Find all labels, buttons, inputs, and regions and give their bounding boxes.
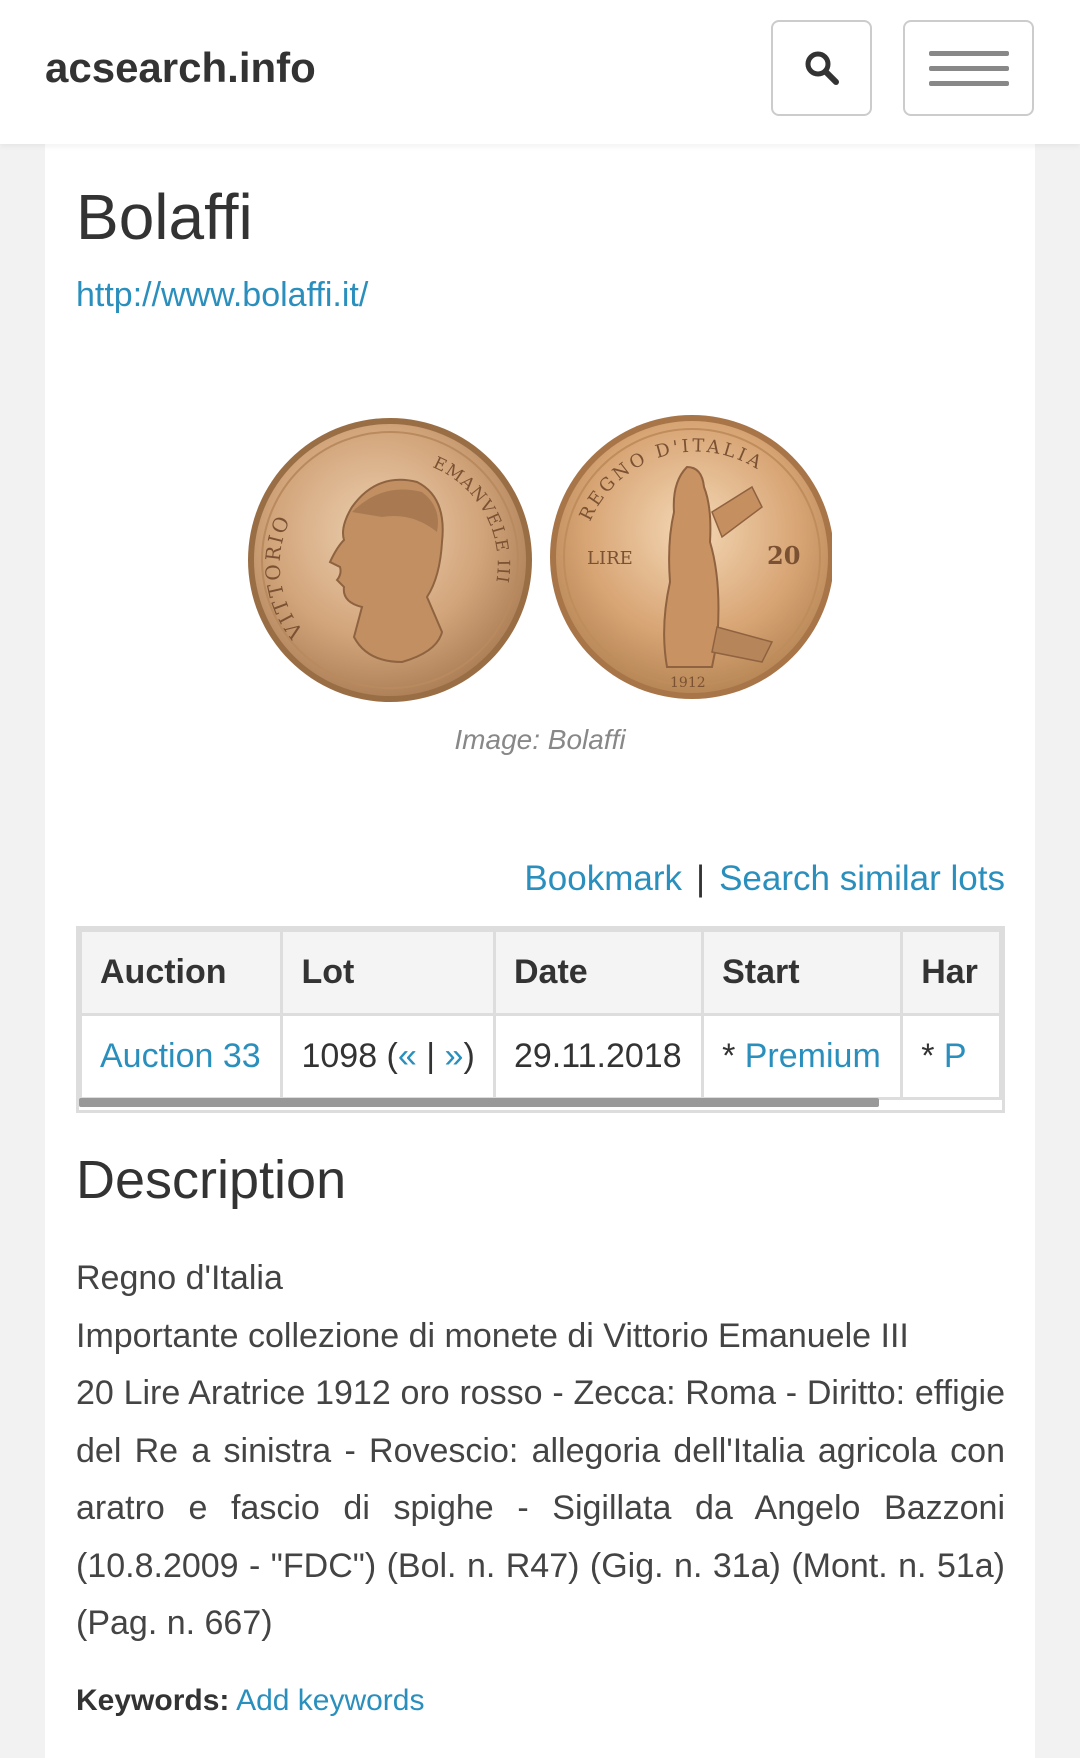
description-text: Regno d'Italia Importante collezione di … xyxy=(76,1250,1005,1653)
keywords-label: Keywords: xyxy=(76,1684,230,1717)
description-heading: Description xyxy=(76,1150,347,1210)
cell-start: * Premium xyxy=(701,1013,904,1100)
column-header-hammer: Har xyxy=(900,929,1002,1016)
hamburger-menu-icon-bar xyxy=(928,65,1009,71)
auction-link[interactable]: Auction 33 xyxy=(100,1037,261,1075)
next-lot-link[interactable]: » xyxy=(445,1037,464,1075)
previous-lot-link[interactable]: « xyxy=(398,1037,417,1075)
add-keywords-link[interactable]: Add keywords xyxy=(236,1684,424,1717)
lot-nav-separator: | xyxy=(416,1037,445,1075)
hammer-premium-link[interactable]: P xyxy=(944,1037,967,1075)
lot-close-paren: ) xyxy=(463,1037,475,1075)
hamburger-menu-icon xyxy=(928,50,1009,56)
start-prefix: * xyxy=(722,1037,745,1075)
table-horizontal-scrollbar[interactable] xyxy=(79,1098,879,1107)
search-similar-lots-link[interactable]: Search similar lots xyxy=(719,859,1005,899)
page-title: Bolaffi xyxy=(76,181,253,253)
lot-number: 1098 ( xyxy=(301,1037,398,1075)
table-row: Auction 33 1098 (« | ») 29.11.2018 * Pre… xyxy=(79,1013,1002,1100)
svg-text:1912: 1912 xyxy=(670,675,706,691)
coin-reverse: REGNO D'ITALIA LIRE 20 1912 xyxy=(550,415,834,699)
bookmark-link[interactable]: Bookmark xyxy=(524,859,682,899)
keywords-row: Keywords: Add keywords xyxy=(76,1684,425,1718)
column-header-auction: Auction xyxy=(79,929,284,1016)
actions-separator: | xyxy=(695,859,706,898)
search-button[interactable] xyxy=(771,20,872,116)
brand-logo[interactable]: acsearch.info xyxy=(45,44,316,92)
column-header-start: Start xyxy=(701,929,904,1016)
hammer-prefix: * xyxy=(921,1037,944,1075)
lot-table: Auction Lot Date Start Har Auction 33 10… xyxy=(79,929,1002,1100)
cell-hammer: * P xyxy=(900,1013,1002,1100)
lot-table-scroll[interactable]: Auction Lot Date Start Har Auction 33 10… xyxy=(76,926,1005,1113)
start-premium-link[interactable]: Premium xyxy=(745,1037,881,1075)
column-header-date: Date xyxy=(492,929,705,1016)
cell-date: 29.11.2018 xyxy=(492,1013,705,1100)
coin-obverse: VITTORIO EMANVELE III xyxy=(248,418,532,702)
coin-image[interactable]: VITTORIO EMANVELE III REGNO D'ITALIA LIR… xyxy=(242,412,834,712)
svg-text:20: 20 xyxy=(767,541,800,570)
navbar: acsearch.info xyxy=(0,0,1080,144)
cell-auction: Auction 33 xyxy=(79,1013,284,1100)
menu-toggle-button[interactable] xyxy=(903,20,1034,116)
lot-actions: Bookmark | Search similar lots xyxy=(524,859,1005,899)
auction-house-website-link[interactable]: http://www.bolaffi.it/ xyxy=(76,276,368,315)
hamburger-menu-icon-bar xyxy=(928,80,1009,86)
description-paragraph: 20 Lire Aratrice 1912 oro rosso - Zecca:… xyxy=(76,1374,1005,1642)
description-line-2: Importante collezione di monete di Vitto… xyxy=(76,1316,909,1355)
table-header-row: Auction Lot Date Start Har xyxy=(79,929,1002,1016)
svg-text:LIRE: LIRE xyxy=(587,548,633,569)
cell-lot: 1098 (« | ») xyxy=(280,1013,496,1100)
search-icon xyxy=(805,51,839,85)
description-line-1: Regno d'Italia xyxy=(76,1259,283,1297)
column-header-lot: Lot xyxy=(280,929,496,1016)
image-caption: Image: Bolaffi xyxy=(454,724,626,755)
content-card: Bolaffi http://www.bolaffi.it/ VITTORIO … xyxy=(45,144,1035,1758)
